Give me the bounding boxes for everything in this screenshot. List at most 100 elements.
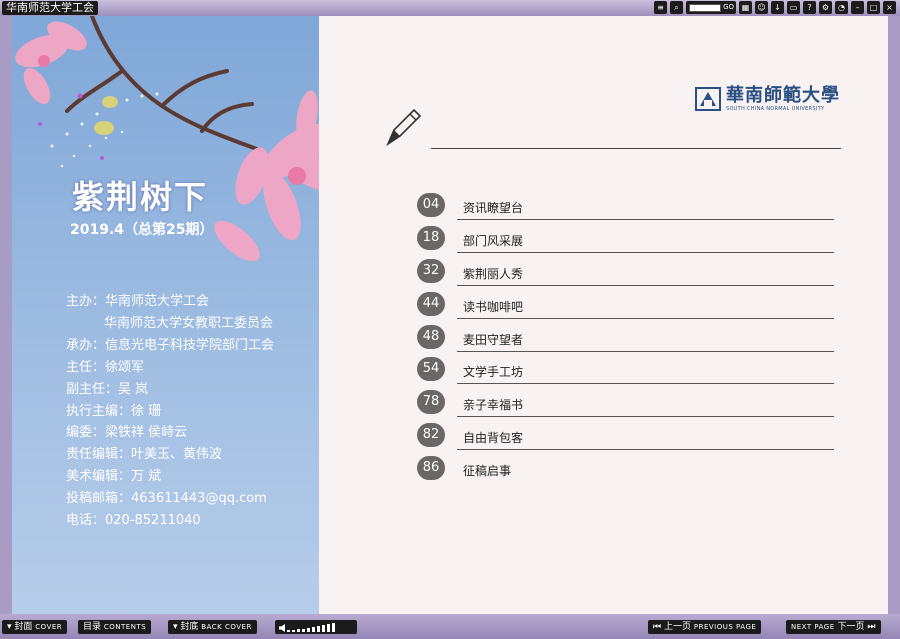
pencil-icon: [386, 108, 422, 147]
next-page-button[interactable]: NEXT PAGE 下一页 ⏭: [786, 620, 881, 634]
credit-line: 执行主编：徐 珊: [66, 403, 162, 419]
credit-line: 华南师范大学女教职工委员会: [104, 315, 274, 331]
toc-item[interactable]: 44 读书咖啡吧: [417, 288, 837, 321]
close-icon[interactable]: ×: [883, 1, 896, 14]
credit-line: 副主任：吴 岚: [66, 381, 149, 397]
issue-number: 2019.4（总第25期）: [70, 222, 214, 238]
toc-label: 麦田守望者: [463, 332, 524, 347]
toc-page-badge: 82: [417, 423, 445, 448]
left-page[interactable]: 紫荆树下 2019.4（总第25期） 主办：华南师范大学工会 华南师范大学女教职…: [12, 16, 319, 614]
bauhinia-flower-illustration: [15, 16, 319, 262]
magazine-title: 紫荆树下: [72, 178, 209, 216]
table-of-contents: 04 资讯瞭望台 18 部门风采展 32 紫荆丽人秀 44 读书咖啡吧 48 麦…: [417, 189, 837, 485]
chevron-down-icon: ▾: [173, 622, 178, 632]
toc-page-badge: 78: [417, 390, 445, 415]
toolbar-icons: ≡ ⌕ GO ▦ ☺ ↓ ▭ ? ⚙ ◔ – □ ×: [654, 1, 896, 15]
contents-label-en: CONTENTS: [103, 623, 147, 631]
help-icon[interactable]: ?: [803, 1, 816, 14]
toc-label: 紫荆丽人秀: [463, 266, 524, 281]
contents-label-cn: 目录: [83, 622, 102, 632]
toc-item[interactable]: 18 部门风采展: [417, 222, 837, 255]
credit-line: 电话：020-85211040: [66, 513, 201, 529]
credit-line: 美术编辑：万 斌: [66, 469, 162, 485]
toc-label: 征稿启事: [463, 464, 512, 479]
right-page[interactable]: 華南師範大學 SOUTH CHINA NORMAL UNIVERSITY 04 …: [319, 16, 888, 614]
toc-divider: [457, 284, 834, 286]
list-icon[interactable]: ≡: [654, 1, 667, 14]
toc-item[interactable]: 48 麦田守望者: [417, 321, 837, 354]
toc-divider: [457, 449, 834, 451]
toc-divider: [457, 350, 834, 352]
auto-flip-icon[interactable]: ◔: [835, 1, 848, 14]
cover-label-en: COVER: [35, 623, 63, 631]
volume-slider[interactable]: [275, 620, 357, 634]
credit-line: 投稿邮箱：463611443@qq.com: [66, 491, 267, 507]
print-icon[interactable]: ▭: [787, 1, 800, 14]
toc-divider: [457, 383, 834, 385]
top-toolbar: 华南师范大学工会 ≡ ⌕ GO ▦ ☺ ↓ ▭ ? ⚙ ◔ – □ ×: [0, 0, 900, 16]
flipbook-spread: 紫荆树下 2019.4（总第25期） 主办：华南师范大学工会 华南师范大学女教职…: [12, 16, 888, 614]
go-button[interactable]: GO: [723, 1, 734, 14]
toc-item[interactable]: 86 征稿启事: [417, 452, 837, 485]
toc-item[interactable]: 32 紫荆丽人秀: [417, 255, 837, 288]
toc-page-badge: 44: [417, 291, 445, 316]
credit-line: 主任：徐颂军: [66, 359, 145, 375]
university-crest-icon: [695, 87, 721, 111]
toc-divider: [457, 251, 834, 253]
toc-item[interactable]: 04 资讯瞭望台: [417, 189, 837, 222]
toc-page-badge: 54: [417, 357, 445, 382]
toc-page-badge: 04: [417, 193, 445, 217]
cover-button[interactable]: ▾ 封面 COVER: [2, 620, 68, 634]
previous-page-button[interactable]: ⏮ 上一页 PREVIOUS PAGE: [648, 620, 762, 634]
settings-icon[interactable]: ⚙: [819, 1, 832, 14]
toc-label: 资讯瞭望台: [463, 201, 524, 215]
credit-line: 主办：华南师范大学工会: [66, 294, 210, 309]
next-label-cn: 下一页: [837, 622, 865, 632]
toc-divider: [457, 317, 834, 319]
toc-page-badge: 18: [417, 225, 445, 250]
back-cover-label-cn: 封底: [180, 622, 199, 632]
chevron-down-icon: ▾: [7, 622, 12, 632]
maximize-icon[interactable]: □: [867, 1, 880, 14]
toc-label: 部门风采展: [463, 233, 524, 248]
fast-forward-icon: ⏭: [867, 622, 876, 632]
credit-line: 编委：梁铁祥 侯峙云: [66, 425, 188, 441]
toc-divider: [457, 219, 834, 220]
university-logo: 華南師範大學 SOUTH CHINA NORMAL UNIVERSITY: [694, 79, 844, 119]
contents-button[interactable]: 目录 CONTENTS: [78, 620, 152, 634]
window-title: 华南师范大学工会: [2, 1, 98, 15]
cover-label-cn: 封面: [14, 622, 33, 632]
bottom-navigation-bar: ▾ 封面 COVER 目录 CONTENTS ▾ 封底 BACK COVER ⏮…: [0, 614, 900, 639]
header-divider: [431, 148, 841, 149]
user-icon[interactable]: ☺: [755, 1, 768, 14]
logo-chinese-name: 華南師範大學: [726, 85, 840, 106]
toc-item[interactable]: 54 文学手工坊: [417, 353, 837, 386]
toc-item[interactable]: 78 亲子幸福书: [417, 386, 837, 419]
previous-label-cn: 上一页: [663, 622, 691, 632]
toc-item[interactable]: 82 自由背包客: [417, 419, 837, 452]
toc-page-badge: 32: [417, 258, 445, 283]
page-input[interactable]: [689, 3, 722, 12]
toc-label: 文学手工坊: [463, 365, 524, 380]
credit-line: 责任编辑：叶美玉、黄伟波: [66, 447, 223, 463]
rewind-icon: ⏮: [653, 622, 662, 632]
minimize-icon[interactable]: –: [851, 1, 864, 14]
toc-label: 亲子幸福书: [463, 398, 524, 413]
previous-label-en: PREVIOUS PAGE: [693, 623, 757, 631]
back-cover-label-en: BACK COVER: [201, 623, 252, 631]
toc-page-badge: 48: [417, 324, 445, 349]
toc-page-badge: 86: [417, 456, 445, 481]
back-cover-button[interactable]: ▾ 封底 BACK COVER: [168, 620, 257, 634]
toc-label: 读书咖啡吧: [463, 299, 524, 314]
credit-line: 承办：信息光电子科技学院部门工会: [66, 337, 275, 353]
download-icon[interactable]: ↓: [771, 1, 784, 14]
masthead-credits: 主办：华南师范大学工会 华南师范大学女教职工委员会 承办：信息光电子科技学院部门…: [66, 291, 274, 532]
next-label-en: NEXT PAGE: [791, 623, 835, 631]
speaker-icon: [279, 624, 285, 632]
toc-label: 自由背包客: [463, 431, 524, 446]
thumbnails-icon[interactable]: ▦: [739, 1, 752, 14]
page-go-field[interactable]: GO: [686, 1, 736, 14]
zoom-icon[interactable]: ⌕: [670, 1, 683, 14]
toc-divider: [457, 416, 834, 418]
logo-english-name: SOUTH CHINA NORMAL UNIVERSITY: [726, 106, 825, 112]
